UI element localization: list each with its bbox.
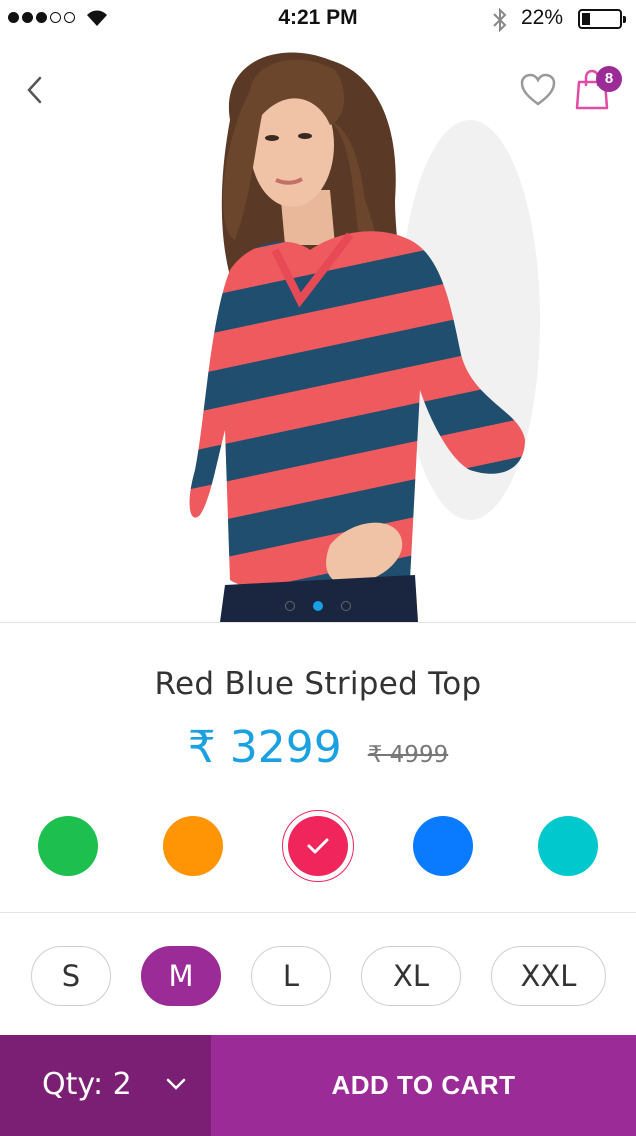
- size-selector: S M L XL XXL: [0, 946, 636, 1006]
- product-title: Red Blue Striped Top: [154, 666, 482, 702]
- gallery-dot[interactable]: [285, 601, 295, 611]
- color-swatch-red-selected[interactable]: [282, 810, 354, 882]
- battery-percent: 22%: [521, 6, 564, 29]
- quantity-selector[interactable]: Qty: 2: [0, 1035, 211, 1136]
- shopping-bag-button[interactable]: 8: [574, 66, 624, 112]
- divider: [0, 622, 636, 623]
- original-price: ₹ 4999: [367, 742, 449, 768]
- checkmark-icon: [307, 838, 329, 854]
- bottom-action-bar: Qty: 2 ADD TO CART: [0, 1035, 636, 1136]
- status-bar: 4:21 PM 22%: [0, 0, 636, 40]
- size-option-m[interactable]: M: [141, 946, 221, 1006]
- color-swatch-orange[interactable]: [163, 816, 223, 876]
- size-option-xl[interactable]: XL: [361, 946, 461, 1006]
- add-to-cart-button[interactable]: ADD TO CART: [211, 1035, 636, 1136]
- color-selector: [0, 810, 636, 882]
- gallery-pagination: [0, 601, 636, 611]
- price-row: ₹ 3299 ₹ 4999: [0, 722, 636, 773]
- bluetooth-icon: [493, 7, 507, 33]
- size-option-l[interactable]: L: [251, 946, 331, 1006]
- chevron-left-icon: [27, 76, 42, 104]
- quantity-label: Qty: 2: [42, 1067, 132, 1102]
- gallery-dot[interactable]: [341, 601, 351, 611]
- color-swatch-green[interactable]: [38, 816, 98, 876]
- color-swatch-blue[interactable]: [413, 816, 473, 876]
- current-price: ₹ 3299: [187, 722, 342, 773]
- divider: [0, 912, 636, 913]
- size-option-s[interactable]: S: [31, 946, 111, 1006]
- heart-outline-icon: [520, 73, 556, 106]
- chevron-down-icon: [166, 1078, 186, 1090]
- color-swatch-cyan[interactable]: [538, 816, 598, 876]
- back-button[interactable]: [20, 70, 52, 110]
- product-image-gallery[interactable]: 8: [0, 0, 636, 622]
- wishlist-button[interactable]: [519, 72, 557, 108]
- gallery-dot-active[interactable]: [313, 601, 323, 611]
- battery-icon: [578, 9, 626, 29]
- cart-count-badge: 8: [596, 66, 622, 92]
- size-option-xxl[interactable]: XXL: [491, 946, 606, 1006]
